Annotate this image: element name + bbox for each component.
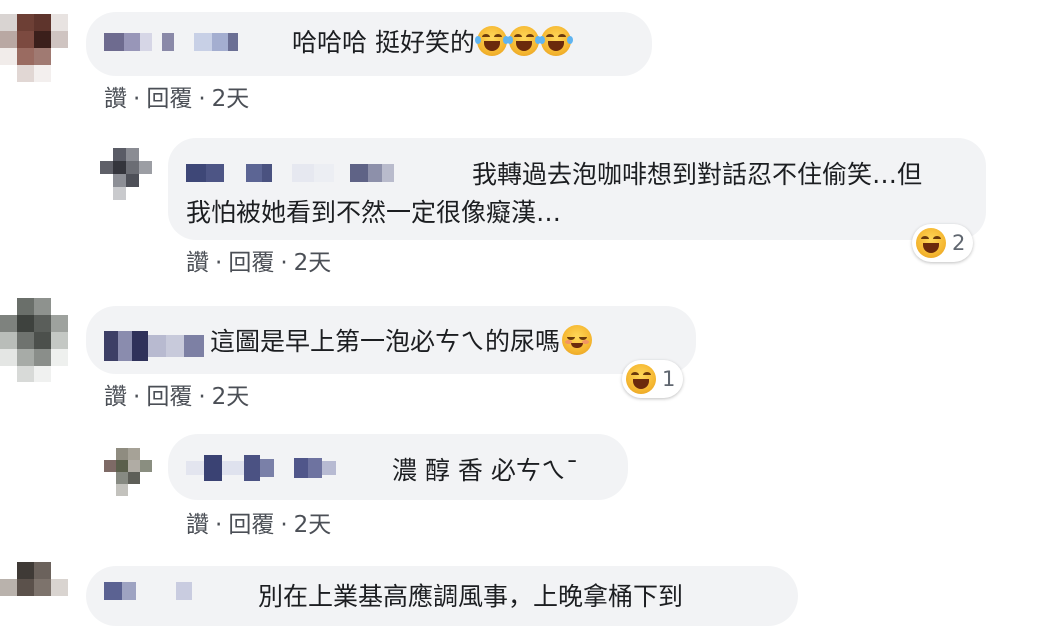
rolling-laughing-emoji-icon — [474, 26, 509, 56]
comment-text: 濃 醇 香 必ㄘㄟˉ — [392, 452, 578, 490]
avatar[interactable] — [0, 14, 68, 82]
timestamp[interactable]: 2天 — [212, 384, 250, 410]
comment-text-content: 我轉過去泡咖啡想到對話忍不住偷笑…但我怕被她看到不然一定很像癡漢… — [186, 160, 923, 227]
avatar[interactable] — [100, 148, 152, 200]
reply-link[interactable]: 回覆 — [228, 250, 274, 276]
commenter-name[interactable] — [104, 31, 238, 53]
like-link[interactable]: 讚 — [104, 86, 127, 112]
avatar[interactable] — [0, 298, 68, 382]
commenter-name[interactable] — [186, 454, 336, 482]
comment-text: 別在上業基高應調風事，上晚拿桶下到 — [258, 578, 683, 616]
comment-actions: 讚 · 回覆 · 2天 — [186, 510, 331, 540]
reply-link[interactable]: 回覆 — [146, 86, 192, 112]
separator-dot: · — [280, 512, 288, 538]
comment-text: 我轉過去泡咖啡想到對話忍不住偷笑…但我怕被她看到不然一定很像癡漢… — [186, 156, 946, 232]
comment-text-content: 別在上業基高應調風事，上晚拿桶下到 — [258, 582, 684, 611]
comment-text-content: 哈哈哈 挺好笑的 — [292, 28, 475, 57]
separator-dot: · — [280, 250, 288, 276]
reaction-badge[interactable]: 2 — [912, 224, 974, 262]
reaction-count: 2 — [952, 231, 966, 255]
comment-text: 哈哈哈 挺好笑的 — [292, 24, 573, 62]
separator-dot: · — [198, 384, 206, 410]
comment-actions: 讚 · 回覆 · 2天 — [104, 84, 249, 114]
reaction-count: 1 — [662, 367, 676, 391]
separator-dot: · — [198, 86, 206, 112]
like-link[interactable]: 讚 — [186, 512, 209, 538]
comment-actions: 讚 · 回覆 · 2天 — [104, 382, 249, 412]
commenter-name[interactable] — [104, 330, 204, 362]
separator-dot: · — [133, 86, 141, 112]
comment-text-content: 濃 醇 香 必ㄘㄟˉ — [392, 456, 579, 485]
timestamp[interactable]: 2天 — [294, 250, 332, 276]
reaction-badge[interactable]: 1 — [622, 360, 684, 398]
reply-link[interactable]: 回覆 — [228, 512, 274, 538]
comment-actions: 讚 · 回覆 · 2天 — [186, 248, 331, 278]
commenter-name[interactable] — [104, 580, 192, 602]
rolling-laughing-emoji-icon — [538, 26, 573, 56]
like-link[interactable]: 讚 — [104, 384, 127, 410]
separator-dot: · — [215, 250, 223, 276]
separator-dot: · — [215, 512, 223, 538]
timestamp[interactable]: 2天 — [294, 512, 332, 538]
like-link[interactable]: 讚 — [186, 250, 209, 276]
laughing-emoji-icon — [916, 228, 946, 258]
comment-text-content: 這圖是早上第一泡必ㄘㄟ的尿嗎 — [210, 327, 561, 356]
laughing-emoji-icon — [626, 364, 656, 394]
avatar[interactable] — [0, 562, 68, 596]
avatar[interactable] — [104, 448, 152, 496]
comment-text: 這圖是早上第一泡必ㄘㄟ的尿嗎 — [210, 323, 593, 361]
reply-link[interactable]: 回覆 — [146, 384, 192, 410]
blush-emoji-icon — [562, 325, 593, 355]
rolling-laughing-emoji-icon — [506, 26, 541, 56]
separator-dot: · — [133, 384, 141, 410]
timestamp[interactable]: 2天 — [212, 86, 250, 112]
